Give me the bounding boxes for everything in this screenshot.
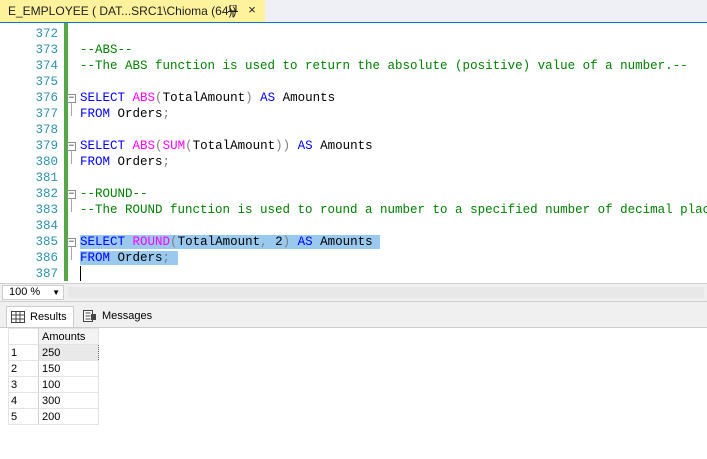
tab-results-label: Results — [30, 311, 67, 323]
code-text: FROM Orders; — [80, 107, 171, 121]
tab-messages[interactable]: Messages — [79, 306, 158, 326]
table-row: 1 250 — [8, 344, 99, 361]
results-grid[interactable]: Amounts 1 250 2 150 3 100 4 300 5 200 — [8, 328, 99, 425]
line-number: 383 — [35, 203, 58, 217]
code-line: 379 − SELECT ABS(SUM(TotalAmount)) AS Am… — [0, 138, 707, 154]
row-number[interactable]: 4 — [8, 392, 39, 409]
line-number: 384 — [35, 219, 58, 233]
close-icon[interactable]: × — [245, 3, 259, 17]
tab-messages-label: Messages — [102, 310, 153, 322]
code-line: 378 — [0, 122, 707, 138]
code-line: 376 − SELECT ABS(TotalAmount) AS Amounts — [0, 90, 707, 106]
line-number: 379 — [35, 139, 58, 153]
code-line: 372 — [0, 26, 707, 42]
code-line: 375 — [0, 74, 707, 90]
line-number: 381 — [35, 171, 58, 185]
fold-guide — [71, 150, 72, 164]
line-number: 382 — [35, 187, 58, 201]
fold-guide — [71, 102, 72, 116]
code-text: --ROUND-- — [80, 187, 148, 201]
line-number: 372 — [35, 27, 58, 41]
line-number: 375 — [35, 75, 58, 89]
row-number[interactable]: 3 — [8, 376, 39, 393]
table-row: 5 200 — [8, 408, 99, 425]
table-cell[interactable]: 100 — [38, 376, 99, 393]
code-line: 377 FROM Orders; — [0, 102, 707, 122]
code-line: 373 --ABS-- — [0, 42, 707, 58]
line-number: 377 — [35, 107, 58, 121]
document-tab-bar: E_EMPLOYEE ( DAT...SRC1\Chioma (64)) × — [0, 0, 707, 23]
code-text: --The ROUND function is used to round a … — [80, 203, 707, 217]
row-number[interactable]: 2 — [8, 360, 39, 377]
table-cell[interactable]: 250 — [38, 344, 99, 361]
table-row: 2 150 — [8, 360, 99, 377]
chevron-down-icon: ▼ — [52, 288, 60, 297]
code-text: SELECT ABS(TotalAmount) AS Amounts — [80, 91, 336, 105]
text-caret — [80, 266, 81, 281]
code-line: 381 — [0, 170, 707, 186]
query-tab[interactable]: E_EMPLOYEE ( DAT...SRC1\Chioma (64)) × — [0, 0, 265, 22]
table-cell[interactable]: 200 — [38, 408, 99, 425]
code-line: 374 --The ABS function is used to return… — [0, 58, 707, 74]
code-line: 383 --The ROUND function is used to roun… — [0, 198, 707, 218]
grid-header-row: Amounts — [8, 328, 99, 345]
editor-status-bar: 100 % ▼ — [0, 283, 707, 301]
pin-icon[interactable] — [227, 4, 239, 18]
horizontal-scrollbar[interactable] — [68, 287, 704, 298]
row-header-corner[interactable] — [8, 328, 39, 345]
code-text: --ABS-- — [80, 43, 133, 57]
zoom-value: 100 % — [9, 286, 41, 298]
selected-code-text: FROM Orders; — [80, 250, 178, 266]
line-number: 374 — [35, 59, 58, 73]
line-number: 376 — [35, 91, 58, 105]
code-line: 387 — [0, 266, 707, 282]
line-number: 387 — [35, 267, 58, 281]
table-cell[interactable]: 300 — [38, 392, 99, 409]
code-line: 384 — [0, 218, 707, 234]
code-line: 385 − SELECT ROUND(TotalAmount, 2) AS Am… — [0, 234, 707, 250]
messages-icon — [83, 310, 97, 322]
grid-icon — [11, 311, 25, 323]
code-text: SELECT ABS(SUM(TotalAmount)) AS Amounts — [80, 139, 373, 153]
sql-editor[interactable]: 372 373 --ABS-- 374 --The ABS function i… — [0, 23, 707, 282]
line-number: 373 — [35, 43, 58, 57]
zoom-dropdown[interactable]: 100 % ▼ — [2, 285, 64, 300]
line-number: 380 — [35, 155, 58, 169]
code-line: 386 FROM Orders; — [0, 246, 707, 266]
fold-guide — [71, 246, 72, 260]
row-number[interactable]: 1 — [8, 344, 39, 361]
code-text: --The ABS function is used to return the… — [80, 59, 688, 73]
fold-guide — [71, 198, 72, 212]
line-number: 385 — [35, 235, 58, 249]
code-line: 380 FROM Orders; — [0, 150, 707, 170]
code-line: 382 − --ROUND-- — [0, 186, 707, 202]
query-tab-title: E_EMPLOYEE ( DAT...SRC1\Chioma (64)) — [8, 4, 237, 18]
table-cell[interactable]: 150 — [38, 360, 99, 377]
results-tab-strip: Results Messages — [0, 302, 707, 328]
column-header[interactable]: Amounts — [38, 328, 99, 345]
code-text: FROM Orders; — [80, 155, 171, 169]
line-number: 386 — [35, 251, 58, 265]
table-row: 3 100 — [8, 376, 99, 393]
line-number: 378 — [35, 123, 58, 137]
selected-code-text: SELECT ROUND(TotalAmount, 2) AS Amounts — [80, 235, 381, 249]
row-number[interactable]: 5 — [8, 408, 39, 425]
table-row: 4 300 — [8, 392, 99, 409]
tab-results[interactable]: Results — [6, 306, 74, 327]
results-pane: Results Messages Amounts 1 250 2 150 3 1… — [0, 301, 707, 459]
